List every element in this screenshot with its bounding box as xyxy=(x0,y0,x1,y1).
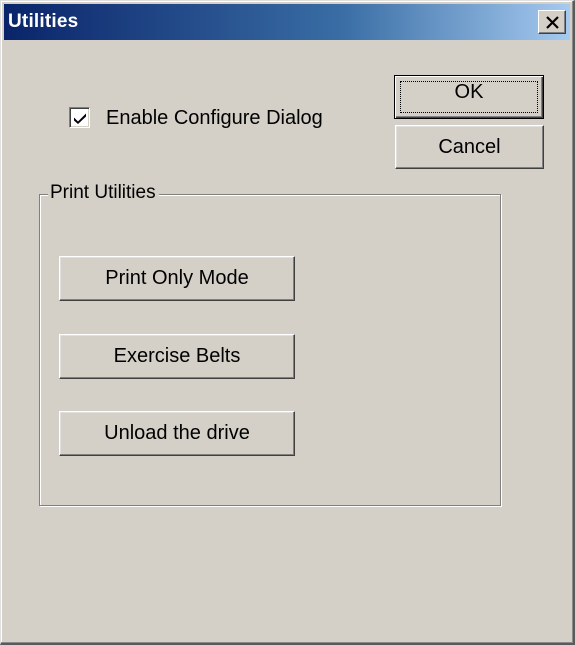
exercise-belts-label: Exercise Belts xyxy=(113,345,241,367)
enable-configure-dialog-checkbox[interactable] xyxy=(69,107,90,128)
unload-drive-label: Unload the drive xyxy=(104,422,250,444)
close-icon xyxy=(546,16,559,29)
cancel-button-label: Cancel xyxy=(438,136,501,158)
title-bar[interactable]: Utilities xyxy=(4,4,570,40)
print-utilities-title: Print Utilities xyxy=(48,181,159,205)
exercise-belts-button[interactable]: Exercise Belts xyxy=(59,334,295,379)
close-button[interactable] xyxy=(538,10,566,34)
ok-button[interactable]: OK xyxy=(394,75,544,119)
window-title: Utilities xyxy=(8,11,79,32)
unload-drive-button[interactable]: Unload the drive xyxy=(59,411,295,456)
print-only-mode-label: Print Only Mode xyxy=(105,267,249,289)
print-only-mode-button[interactable]: Print Only Mode xyxy=(59,256,295,301)
print-utilities-group: Print Utilities Print Only Mode Exercise… xyxy=(39,181,501,506)
utilities-dialog: Utilities Enable Configure Dialog OK Can… xyxy=(0,0,575,645)
cancel-button[interactable]: Cancel xyxy=(395,125,544,169)
checkmark-icon xyxy=(74,113,86,124)
focus-rectangle xyxy=(400,81,538,113)
enable-configure-dialog-label[interactable]: Enable Configure Dialog xyxy=(106,106,323,130)
